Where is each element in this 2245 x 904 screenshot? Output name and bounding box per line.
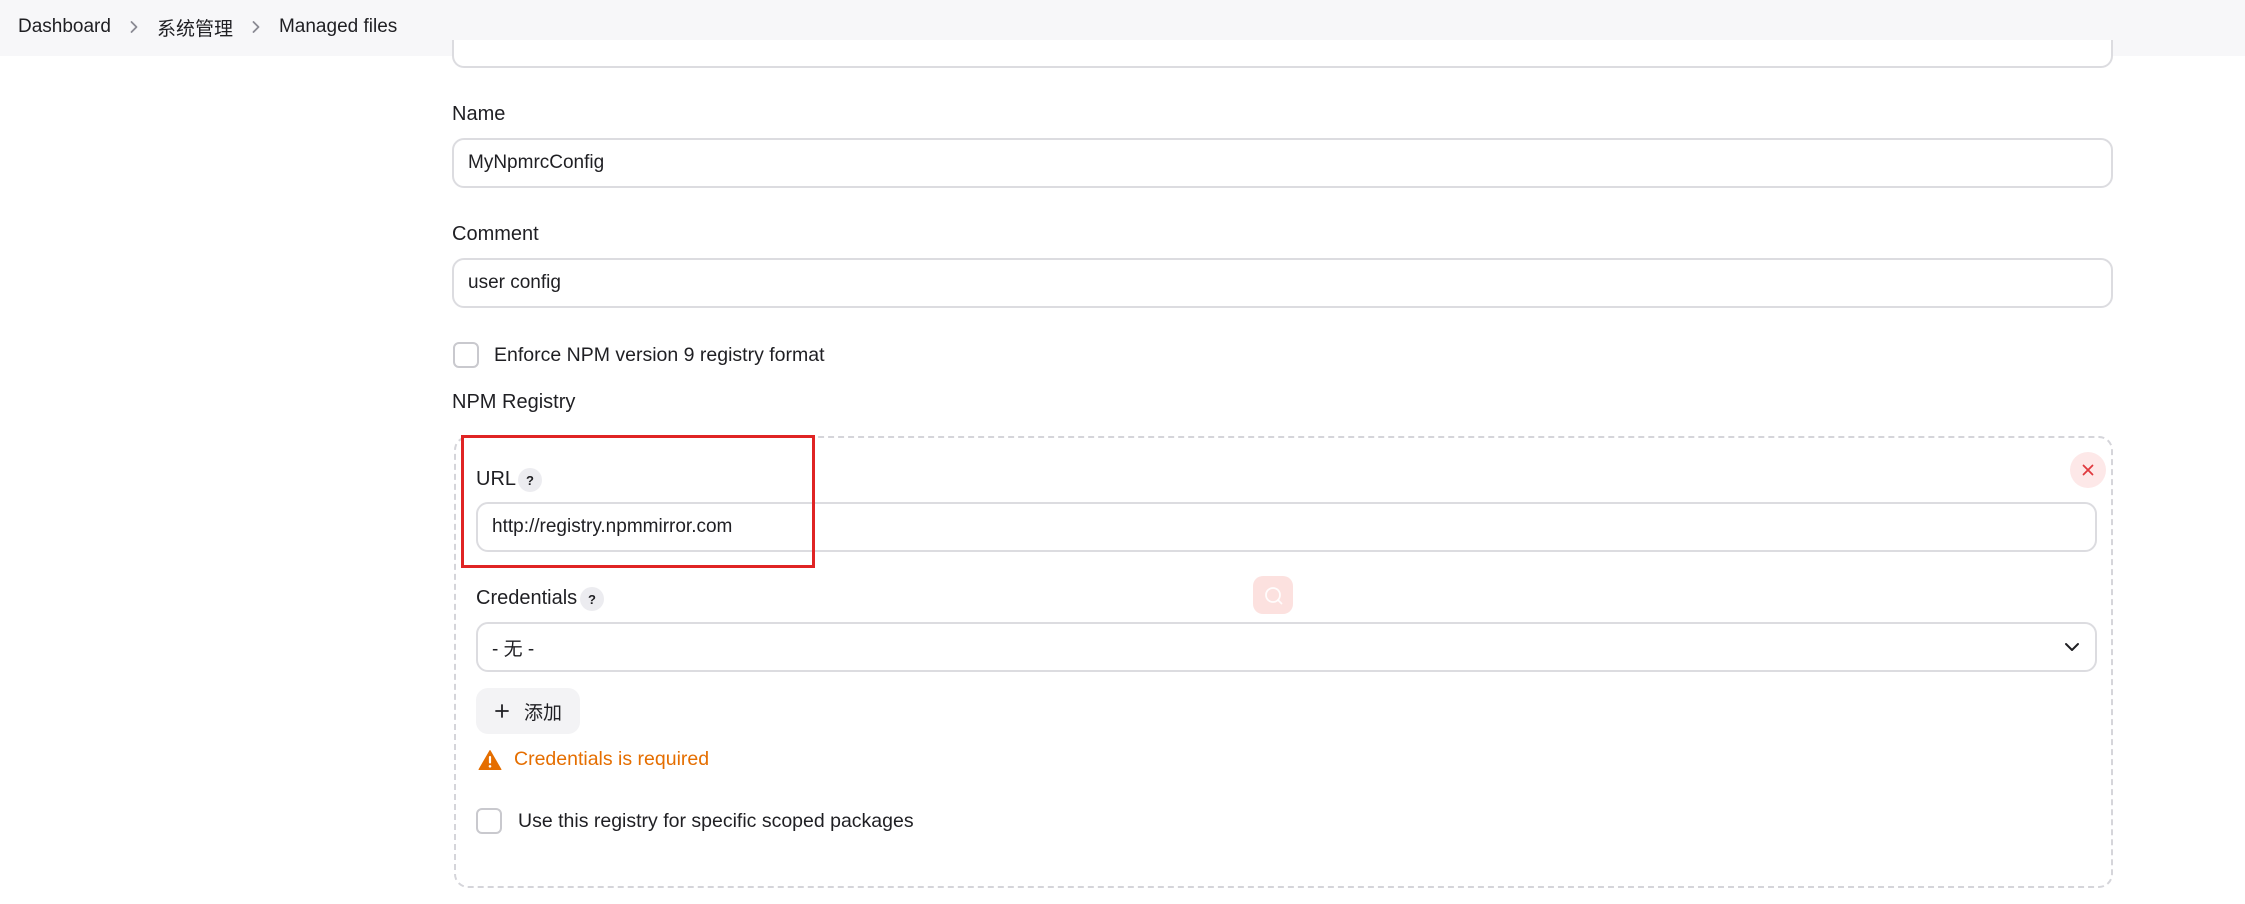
comment-label: Comment <box>452 223 539 245</box>
delete-registry-button[interactable] <box>2070 452 2106 488</box>
enforce-npm9-label[interactable]: Enforce NPM version 9 registry format <box>494 344 825 367</box>
credentials-select[interactable]: - 无 - <box>476 622 2097 672</box>
credentials-warning-text: Credentials is required <box>514 748 710 770</box>
url-label: URL <box>476 468 517 490</box>
floating-search-button[interactable] <box>1253 576 1293 614</box>
breadcrumb: Dashboard 系统管理 Managed files <box>18 0 397 54</box>
plus-icon <box>495 704 509 718</box>
breadcrumb-dashboard[interactable]: Dashboard <box>18 16 111 38</box>
breadcrumb-system-management[interactable]: 系统管理 <box>157 14 233 41</box>
credentials-help-icon[interactable]: ? <box>580 587 604 611</box>
close-icon <box>2082 464 2094 476</box>
chevron-down-icon <box>2065 643 2079 651</box>
npm-registry-entry: URL ? http://registry.npmmirror.com Cred… <box>454 436 2113 888</box>
credentials-selected-value: - 无 - <box>492 638 535 660</box>
name-label: Name <box>452 103 506 125</box>
url-input[interactable]: http://registry.npmmirror.com <box>476 502 2097 552</box>
chevron-right-icon <box>233 20 279 34</box>
add-credentials-label: 添加 <box>523 702 562 724</box>
scoped-packages-label[interactable]: Use this registry for specific scoped pa… <box>518 810 914 833</box>
npm-registry-label: NPM Registry <box>452 391 576 413</box>
url-help-icon[interactable]: ? <box>518 468 542 492</box>
add-credentials-button[interactable]: 添加 <box>476 688 580 734</box>
warning-icon <box>478 749 502 770</box>
name-input[interactable]: MyNpmrcConfig <box>452 138 2113 188</box>
comment-input[interactable]: user config <box>452 258 2113 308</box>
previous-field-input[interactable] <box>452 40 2113 68</box>
scoped-packages-checkbox[interactable] <box>476 808 502 834</box>
search-icon <box>1265 587 1283 605</box>
chevron-right-icon <box>111 20 157 34</box>
breadcrumb-managed-files[interactable]: Managed files <box>279 16 397 38</box>
credentials-label: Credentials <box>476 587 578 609</box>
credentials-warning: Credentials is required <box>478 748 709 771</box>
enforce-npm9-checkbox[interactable] <box>453 342 479 368</box>
